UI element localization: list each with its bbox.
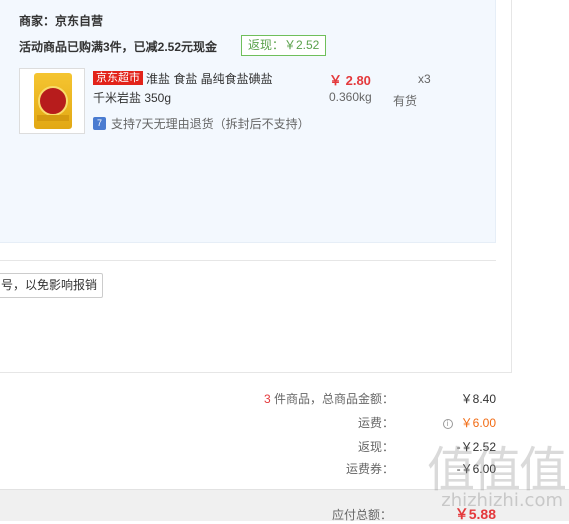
vendor-name[interactable]: 商家：京东自营 [19, 12, 103, 29]
total-label: 应付总额： [331, 508, 392, 522]
watermark-url: zhizhizhi.com [441, 490, 563, 511]
goods-total-value: ￥8.40 [460, 392, 496, 406]
shipping-value: ￥6.00 [460, 416, 496, 430]
product-title[interactable]: 淮盐 食盐 晶纯食盐碘盐 [146, 70, 273, 87]
summary-divider [0, 372, 512, 373]
rebate-badge: 返现：￥2.52 [241, 35, 327, 56]
jd-supermarket-tag: 京东超市 [93, 71, 143, 85]
rebate-label: 返现： [357, 440, 394, 454]
product-quantity: x3 [418, 72, 431, 86]
vendor-panel: 商家：京东自营 活动商品已购满3件，已减2.52元现金 返现：￥2.52 京东超… [0, 0, 496, 243]
return-policy-icon: 7 [93, 117, 106, 130]
salt-bag-image [34, 73, 72, 129]
product-weight: 0.360kg [329, 90, 372, 104]
shipping-label: 运费： [357, 416, 394, 430]
return-policy-text: 支持7天无理由退货（拆封后不支持） [111, 117, 310, 131]
stock-status: 有货 [393, 94, 418, 108]
column-divider [511, 0, 512, 372]
promo-text: 活动商品已购满3件，已减2.52元现金 [19, 40, 218, 54]
goods-total-label: 件商品，总商品金额： [273, 392, 394, 406]
product-price: ￥ 2.80 [329, 73, 371, 88]
return-policy: 7 支持7天无理由退货（拆封后不支持） [93, 115, 310, 132]
coupon-label: 运费券： [345, 462, 394, 476]
info-icon[interactable]: i [442, 418, 453, 429]
section-divider [0, 260, 496, 261]
item-count: 3 [263, 392, 271, 406]
product-subtitle[interactable]: 千米岩盐 350g [93, 89, 171, 106]
product-image[interactable] [19, 68, 85, 134]
invoice-hint: 号，以免影响报销 [0, 273, 103, 298]
